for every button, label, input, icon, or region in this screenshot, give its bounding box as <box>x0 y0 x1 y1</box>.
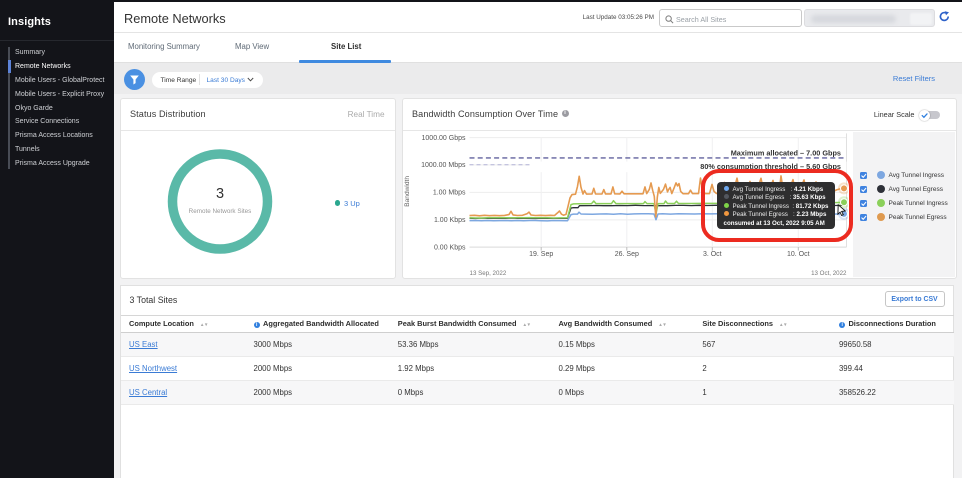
svg-text:Bandwidth: Bandwidth <box>404 175 411 206</box>
svg-text:0.00 Kbps: 0.00 Kbps <box>433 244 465 251</box>
svg-text:19. Sep: 19. Sep <box>529 250 553 257</box>
svg-text:1.00 Mbps: 1.00 Mbps <box>432 189 465 196</box>
svg-text:1000.00 Mbps: 1000.00 Mbps <box>421 162 466 169</box>
svg-text:1.00 Kbps: 1.00 Kbps <box>433 217 465 224</box>
svg-text:13 Oct, 2022: 13 Oct, 2022 <box>811 269 847 276</box>
svg-text:Maximum allocated – 7.00 Gbps: Maximum allocated – 7.00 Gbps <box>730 148 840 157</box>
svg-text:10. Oct: 10. Oct <box>787 250 810 257</box>
svg-text:26. Sep: 26. Sep <box>614 250 638 257</box>
svg-text:13 Sep, 2022: 13 Sep, 2022 <box>469 269 506 276</box>
svg-text:3. Oct: 3. Oct <box>702 250 721 257</box>
svg-text:Remote Network Sites: Remote Network Sites <box>188 208 251 215</box>
svg-text:1000.00 Gbps: 1000.00 Gbps <box>421 134 465 141</box>
svg-text:3: 3 <box>215 186 223 202</box>
